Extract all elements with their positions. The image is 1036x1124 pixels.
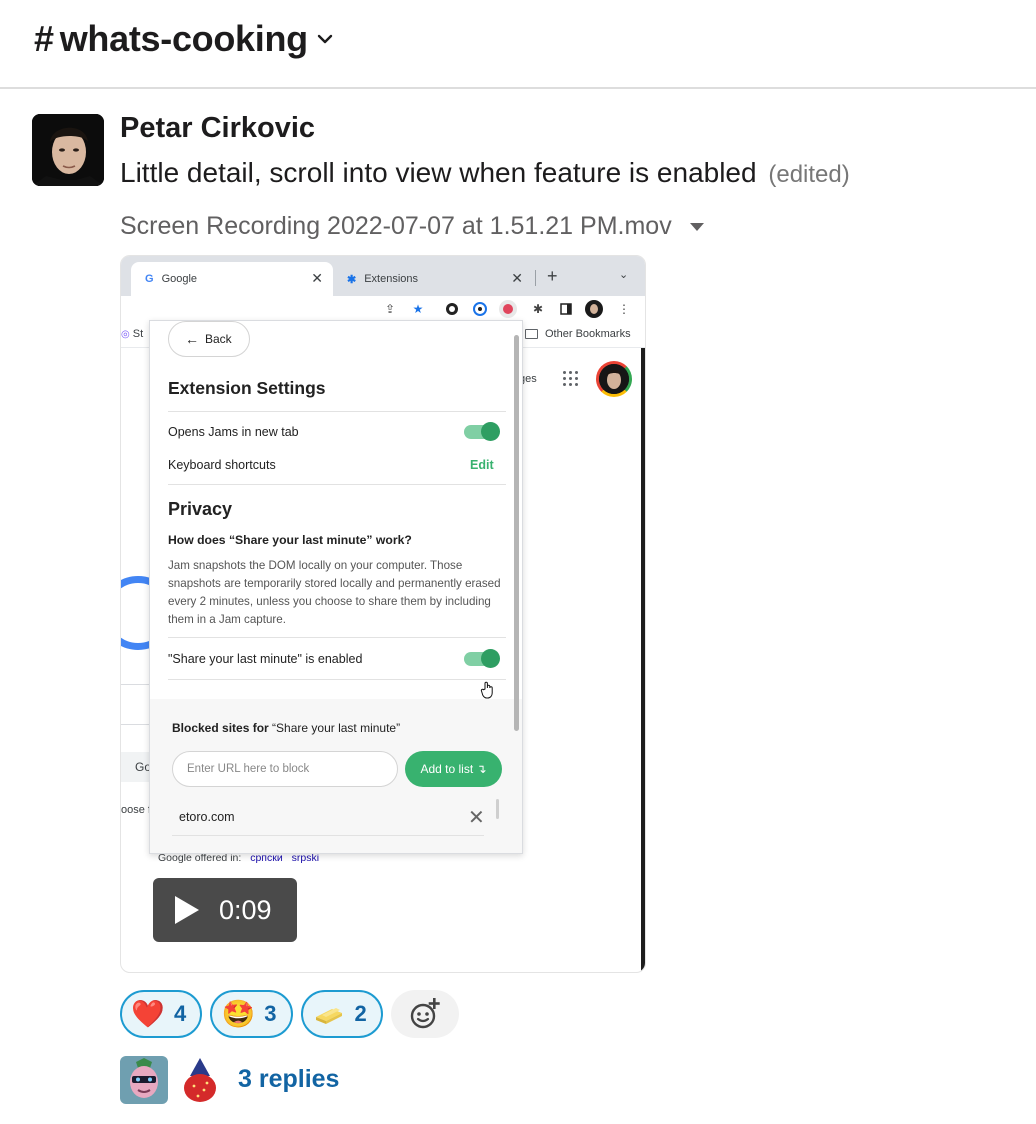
other-bookmarks-label: Other Bookmarks	[545, 328, 631, 340]
reply-avatar[interactable]	[176, 1056, 224, 1104]
reaction-butter[interactable]: 2	[300, 990, 383, 1038]
page-text-fragment: oose f	[121, 804, 151, 816]
block-url-input[interactable]: Enter URL here to block	[172, 751, 398, 787]
reaction-heart[interactable]: ❤️ 4	[120, 990, 203, 1038]
star-struck-icon: 🤩	[221, 999, 256, 1029]
close-icon[interactable]: ✕	[311, 270, 323, 287]
video-preview[interactable]: G Google ✕ ✱ Extensions ✕ + ⌄ ⇪ ★ ✱ ⋮ ◎ …	[120, 255, 646, 973]
browser-toolbar: ⇪ ★ ✱ ⋮	[121, 296, 645, 322]
jam-extension-icon[interactable]	[499, 300, 517, 318]
divider	[168, 679, 506, 680]
keyboard-shortcuts-label: Keyboard shortcuts	[168, 458, 276, 472]
channel-name: whats-cooking	[59, 18, 308, 59]
browser-tabbar: G Google ✕ ✱ Extensions ✕ + ⌄	[121, 256, 645, 296]
file-name: Screen Recording 2022-07-07 at 1.51.21 P…	[120, 212, 672, 240]
bookmark-label: St	[132, 328, 144, 340]
sidebar-icon[interactable]	[557, 300, 575, 318]
toggle-knob	[481, 422, 500, 441]
message-body: Little detail, scroll into view when fea…	[120, 157, 757, 188]
browser-tab-extensions[interactable]: ✱ Extensions ✕	[333, 262, 533, 296]
more-vert-icon[interactable]: ⋮	[615, 300, 633, 318]
puzzle-icon: ✱	[347, 273, 357, 286]
apps-grid-icon[interactable]	[563, 371, 579, 387]
blocked-site-item: etoro.com	[179, 810, 235, 824]
author-name[interactable]: Petar Cirkovic	[120, 112, 315, 145]
extension-icon[interactable]	[471, 300, 489, 318]
blocked-heading-rest: “Share your last minute”	[272, 721, 401, 735]
channel-title[interactable]: # whats-cooking	[34, 18, 334, 60]
reactions-bar: ❤️ 4 🤩 3 2	[120, 990, 459, 1038]
tab-search-chevron-icon[interactable]: ⌄	[619, 268, 628, 281]
google-icon: G	[145, 273, 154, 285]
back-button[interactable]: ← Back	[168, 321, 250, 357]
privacy-question: How does “Share your last minute” work?	[168, 533, 412, 547]
reaction-count: 2	[354, 1001, 367, 1026]
divider	[121, 684, 151, 685]
chevron-down-icon	[317, 34, 333, 44]
opens-new-tab-label: Opens Jams in new tab	[168, 425, 299, 439]
divider	[172, 835, 484, 836]
list-scrollbar[interactable]	[496, 799, 499, 819]
bookmark-icon: ◎	[121, 329, 130, 340]
back-label: Back	[205, 332, 232, 346]
video-duration: 0:09	[219, 894, 272, 925]
add-emoji-icon	[410, 998, 440, 1029]
reaction-count: 3	[264, 1001, 277, 1026]
new-tab-icon[interactable]: +	[547, 266, 558, 287]
divider	[168, 411, 506, 412]
divider	[168, 637, 506, 638]
divider	[121, 724, 151, 725]
profile-avatar-icon[interactable]	[585, 300, 603, 318]
puzzle-icon[interactable]: ✱	[529, 300, 547, 318]
arrow-left-icon: ←	[185, 331, 199, 347]
tab-label: Extensions	[364, 273, 419, 285]
play-button[interactable]: 0:09	[153, 878, 297, 942]
other-bookmarks[interactable]: Other Bookmarks	[525, 328, 631, 340]
caret-down-icon[interactable]	[689, 222, 704, 231]
extension-icon[interactable]	[443, 300, 461, 318]
browser-tab-google[interactable]: G Google ✕	[131, 262, 333, 296]
video-edge	[641, 278, 645, 972]
person-portrait-icon	[32, 114, 104, 186]
tab-label: Google	[161, 273, 198, 285]
edited-label: (edited)	[768, 161, 850, 188]
tab-separator	[535, 270, 536, 286]
share-enabled-label: "Share your last minute" is enabled	[168, 652, 363, 666]
message-text: Little detail, scroll into view when fea…	[120, 157, 850, 189]
channel-hash: #	[34, 18, 54, 59]
toggle-knob	[481, 649, 500, 668]
file-attachment-title[interactable]: Screen Recording 2022-07-07 at 1.51.21 P…	[120, 212, 704, 241]
close-icon[interactable]: ✕	[511, 270, 523, 287]
heart-icon: ❤️	[131, 999, 165, 1029]
hand-pointer-icon	[480, 681, 493, 699]
add-to-list-button[interactable]: Add to list ↴	[405, 751, 502, 787]
author-avatar[interactable]	[32, 114, 104, 186]
privacy-description: Jam snapshots the DOM locally on your co…	[168, 559, 501, 626]
divider	[168, 484, 506, 485]
page-button-fragment: Go	[121, 752, 151, 782]
extension-popup: ← Back Extension Settings Opens Jams in …	[149, 320, 523, 854]
folder-icon	[525, 329, 538, 339]
bookmark-item[interactable]: ◎ St	[121, 328, 143, 340]
popup-scrollbar[interactable]	[514, 335, 519, 731]
channel-header: # whats-cooking	[0, 0, 1036, 89]
share-icon[interactable]: ⇪	[381, 300, 399, 318]
reaction-star-struck[interactable]: 🤩 3	[210, 990, 293, 1038]
settings-title: Extension Settings	[168, 378, 326, 398]
remove-close-icon[interactable]: ✕	[468, 805, 485, 830]
share-enabled-toggle[interactable]	[464, 649, 500, 668]
play-icon	[175, 896, 199, 924]
edit-shortcuts-link[interactable]: Edit	[470, 458, 494, 472]
opens-new-tab-toggle[interactable]	[464, 422, 500, 441]
privacy-title: Privacy	[168, 499, 233, 519]
bookmark-star-icon[interactable]: ★	[409, 300, 427, 318]
reply-avatar[interactable]	[120, 1056, 168, 1104]
reaction-count: 4	[174, 1001, 187, 1026]
blocked-heading-bold: Blocked sites for	[172, 721, 269, 735]
google-account-avatar[interactable]	[596, 361, 632, 397]
thread-replies-link[interactable]: 3 replies	[238, 1065, 339, 1094]
butter-icon	[313, 998, 345, 1030]
add-reaction-button[interactable]	[390, 990, 459, 1038]
blocked-sites-heading: Blocked sites for “Share your last minut…	[172, 721, 400, 735]
